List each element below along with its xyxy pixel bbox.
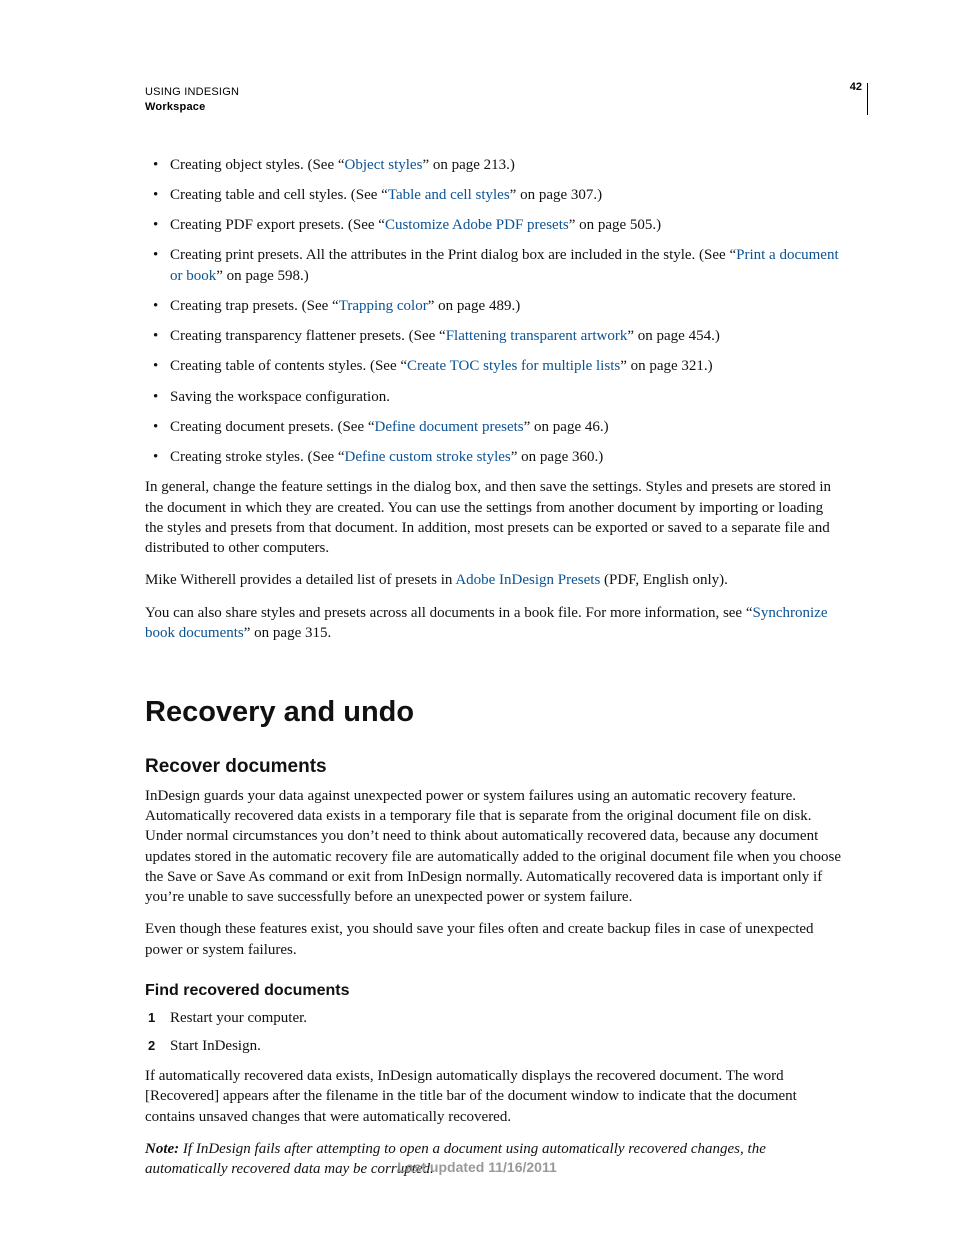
page: 42 USING INDESIGN Workspace Creating obj… (0, 0, 954, 1235)
list-text: ” on page 46.) (524, 419, 609, 435)
link-adobe-presets[interactable]: Adobe InDesign Presets (455, 572, 600, 588)
link-flattening[interactable]: Flattening transparent artwork (446, 328, 628, 344)
step-item: Restart your computer. (170, 1008, 842, 1028)
step-item: Start InDesign. (170, 1036, 842, 1056)
list-item: Creating table of contents styles. (See … (170, 356, 842, 376)
list-text: ” on page 213.) (422, 157, 514, 173)
body-content: Creating object styles. (See “Object sty… (145, 155, 842, 1180)
paragraph: InDesign guards your data against unexpe… (145, 786, 842, 908)
text: ” on page 315. (244, 625, 331, 641)
list-text: ” on page 505.) (569, 217, 661, 233)
list-item: Creating PDF export presets. (See “Custo… (170, 215, 842, 235)
link-table-cell-styles[interactable]: Table and cell styles (388, 187, 510, 203)
bullet-list: Creating object styles. (See “Object sty… (145, 155, 842, 468)
link-stroke-styles[interactable]: Define custom stroke styles (345, 449, 511, 465)
list-text: Creating table and cell styles. (See “ (170, 187, 388, 203)
list-text: ” on page 598.) (216, 268, 308, 284)
page-footer: Last updated 11/16/2011 (0, 1159, 954, 1175)
running-head-line1: USING INDESIGN (145, 85, 842, 100)
list-item: Creating document presets. (See “Define … (170, 417, 842, 437)
list-text: Saving the workspace configuration. (170, 389, 390, 405)
header-divider (867, 83, 868, 115)
list-item: Creating print presets. All the attribut… (170, 245, 842, 286)
list-text: ” on page 454.) (627, 328, 719, 344)
list-text: Creating print presets. All the attribut… (170, 247, 736, 263)
paragraph: Mike Witherell provides a detailed list … (145, 570, 842, 590)
running-header: 42 USING INDESIGN Workspace (145, 85, 842, 115)
link-trapping-color[interactable]: Trapping color (339, 298, 428, 314)
list-text: Creating transparency flattener presets.… (170, 328, 446, 344)
text: Mike Witherell provides a detailed list … (145, 572, 455, 588)
note-label: Note: (145, 1141, 179, 1157)
list-item: Saving the workspace configuration. (170, 387, 842, 407)
list-text: Creating object styles. (See “ (170, 157, 345, 173)
list-item: Creating object styles. (See “Object sty… (170, 155, 842, 175)
list-text: ” on page 307.) (510, 187, 602, 203)
text: You can also share styles and presets ac… (145, 605, 753, 621)
list-text: Creating document presets. (See “ (170, 419, 375, 435)
list-text: Creating trap presets. (See “ (170, 298, 339, 314)
page-number: 42 (850, 81, 862, 93)
link-pdf-presets[interactable]: Customize Adobe PDF presets (385, 217, 569, 233)
list-item: Creating transparency flattener presets.… (170, 326, 842, 346)
text: (PDF, English only). (600, 572, 728, 588)
list-text: Creating stroke styles. (See “ (170, 449, 345, 465)
link-object-styles[interactable]: Object styles (345, 157, 423, 173)
list-text: ” on page 360.) (511, 449, 603, 465)
list-text: ” on page 321.) (620, 358, 712, 374)
running-head-text: USING INDESIGN Workspace (145, 85, 842, 115)
link-toc-styles[interactable]: Create TOC styles for multiple lists (407, 358, 620, 374)
link-document-presets[interactable]: Define document presets (375, 419, 524, 435)
section-heading: Recovery and undo (145, 693, 842, 732)
list-text: Creating PDF export presets. (See “ (170, 217, 385, 233)
paragraph: In general, change the feature settings … (145, 477, 842, 558)
paragraph: If automatically recovered data exists, … (145, 1066, 842, 1127)
running-head-line2: Workspace (145, 100, 842, 115)
sub-subheading: Find recovered documents (145, 980, 842, 1002)
paragraph: You can also share styles and presets ac… (145, 603, 842, 644)
list-item: Creating table and cell styles. (See “Ta… (170, 185, 842, 205)
list-text: ” on page 489.) (428, 298, 520, 314)
list-text: Creating table of contents styles. (See … (170, 358, 407, 374)
subheading: Recover documents (145, 754, 842, 780)
list-item: Creating stroke styles. (See “Define cus… (170, 447, 842, 467)
list-item: Creating trap presets. (See “Trapping co… (170, 296, 842, 316)
paragraph: Even though these features exist, you sh… (145, 919, 842, 960)
step-list: Restart your computer. Start InDesign. (145, 1008, 842, 1057)
